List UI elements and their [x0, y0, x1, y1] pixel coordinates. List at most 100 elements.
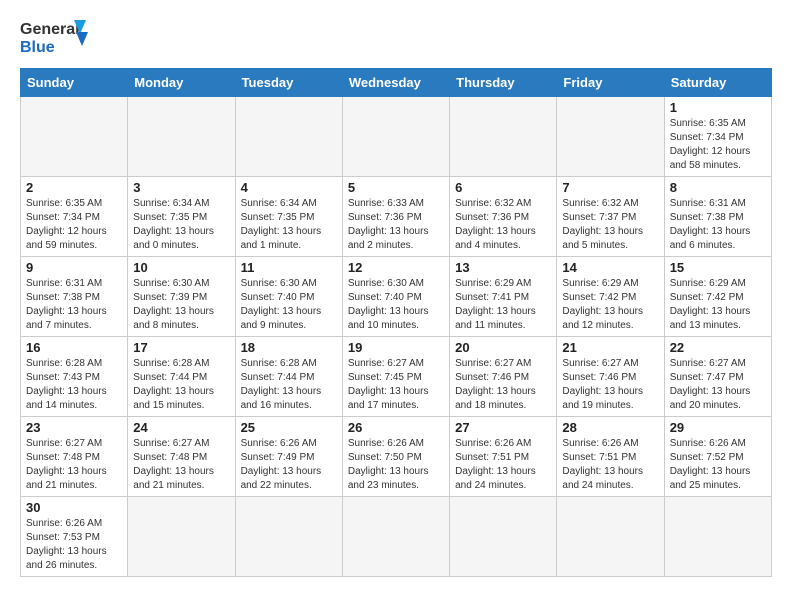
calendar-cell	[557, 97, 664, 177]
day-info: Sunrise: 6:35 AM Sunset: 7:34 PM Dayligh…	[26, 197, 122, 253]
day-number: 2	[26, 180, 122, 195]
day-number: 15	[670, 260, 766, 275]
day-number: 9	[26, 260, 122, 275]
page: GeneralBlue SundayMondayTuesdayWednesday…	[0, 0, 792, 593]
weekday-header-tuesday: Tuesday	[235, 69, 342, 97]
day-info: Sunrise: 6:26 AM Sunset: 7:51 PM Dayligh…	[562, 437, 658, 493]
calendar-cell: 5 Sunrise: 6:33 AM Sunset: 7:36 PM Daylig…	[342, 177, 449, 257]
day-number: 21	[562, 340, 658, 355]
day-info: Sunrise: 6:30 AM Sunset: 7:40 PM Dayligh…	[348, 277, 444, 333]
calendar-cell	[557, 497, 664, 577]
day-info: Sunrise: 6:27 AM Sunset: 7:48 PM Dayligh…	[133, 437, 229, 493]
day-info: Sunrise: 6:29 AM Sunset: 7:42 PM Dayligh…	[670, 277, 766, 333]
calendar-table: SundayMondayTuesdayWednesdayThursdayFrid…	[20, 68, 772, 577]
day-info: Sunrise: 6:28 AM Sunset: 7:44 PM Dayligh…	[241, 357, 337, 413]
calendar-cell	[235, 497, 342, 577]
calendar-cell	[235, 97, 342, 177]
day-info: Sunrise: 6:32 AM Sunset: 7:36 PM Dayligh…	[455, 197, 551, 253]
day-number: 27	[455, 420, 551, 435]
calendar-cell: 28 Sunrise: 6:26 AM Sunset: 7:51 PM Dayli…	[557, 417, 664, 497]
calendar-cell: 16 Sunrise: 6:28 AM Sunset: 7:43 PM Dayli…	[21, 337, 128, 417]
calendar-cell: 17 Sunrise: 6:28 AM Sunset: 7:44 PM Dayli…	[128, 337, 235, 417]
calendar-cell	[128, 97, 235, 177]
calendar-cell: 14 Sunrise: 6:29 AM Sunset: 7:42 PM Dayli…	[557, 257, 664, 337]
calendar-cell: 11 Sunrise: 6:30 AM Sunset: 7:40 PM Dayli…	[235, 257, 342, 337]
day-info: Sunrise: 6:30 AM Sunset: 7:40 PM Dayligh…	[241, 277, 337, 333]
calendar-cell: 3Sunrise: 6:34 AM Sunset: 7:35 PM Daylig…	[128, 177, 235, 257]
day-number: 18	[241, 340, 337, 355]
day-number: 26	[348, 420, 444, 435]
calendar-cell: 6Sunrise: 6:32 AM Sunset: 7:36 PM Daylig…	[450, 177, 557, 257]
weekday-header-monday: Monday	[128, 69, 235, 97]
day-info: Sunrise: 6:31 AM Sunset: 7:38 PM Dayligh…	[26, 277, 122, 333]
day-number: 14	[562, 260, 658, 275]
calendar-cell: 21 Sunrise: 6:27 AM Sunset: 7:46 PM Dayli…	[557, 337, 664, 417]
day-info: Sunrise: 6:27 AM Sunset: 7:48 PM Dayligh…	[26, 437, 122, 493]
day-number: 1	[670, 100, 766, 115]
day-number: 12	[348, 260, 444, 275]
day-number: 30	[26, 500, 122, 515]
weekday-header-wednesday: Wednesday	[342, 69, 449, 97]
calendar-cell: 26 Sunrise: 6:26 AM Sunset: 7:50 PM Dayli…	[342, 417, 449, 497]
day-info: Sunrise: 6:33 AM Sunset: 7:36 PM Dayligh…	[348, 197, 444, 253]
day-info: Sunrise: 6:27 AM Sunset: 7:47 PM Dayligh…	[670, 357, 766, 413]
day-number: 23	[26, 420, 122, 435]
calendar-cell: 29Sunrise: 6:26 AM Sunset: 7:52 PM Dayli…	[664, 417, 771, 497]
svg-text:General: General	[20, 21, 80, 38]
calendar-cell: 10 Sunrise: 6:30 AM Sunset: 7:39 PM Dayli…	[128, 257, 235, 337]
day-info: Sunrise: 6:28 AM Sunset: 7:43 PM Dayligh…	[26, 357, 122, 413]
calendar-cell	[450, 97, 557, 177]
calendar-cell: 27 Sunrise: 6:26 AM Sunset: 7:51 PM Dayli…	[450, 417, 557, 497]
calendar-cell: 30 Sunrise: 6:26 AM Sunset: 7:53 PM Dayli…	[21, 497, 128, 577]
day-info: Sunrise: 6:28 AM Sunset: 7:44 PM Dayligh…	[133, 357, 229, 413]
day-info: Sunrise: 6:34 AM Sunset: 7:35 PM Dayligh…	[241, 197, 337, 253]
logo: GeneralBlue	[20, 16, 90, 58]
calendar-cell: 24 Sunrise: 6:27 AM Sunset: 7:48 PM Dayli…	[128, 417, 235, 497]
calendar-cell	[128, 497, 235, 577]
day-number: 7	[562, 180, 658, 195]
day-info: Sunrise: 6:26 AM Sunset: 7:50 PM Dayligh…	[348, 437, 444, 493]
calendar-cell: 9 Sunrise: 6:31 AM Sunset: 7:38 PM Daylig…	[21, 257, 128, 337]
week-row-2: 9 Sunrise: 6:31 AM Sunset: 7:38 PM Daylig…	[21, 257, 772, 337]
day-info: Sunrise: 6:26 AM Sunset: 7:51 PM Dayligh…	[455, 437, 551, 493]
weekday-header-saturday: Saturday	[664, 69, 771, 97]
calendar-cell	[342, 97, 449, 177]
day-info: Sunrise: 6:29 AM Sunset: 7:42 PM Dayligh…	[562, 277, 658, 333]
day-number: 11	[241, 260, 337, 275]
calendar-cell	[342, 497, 449, 577]
day-info: Sunrise: 6:27 AM Sunset: 7:46 PM Dayligh…	[455, 357, 551, 413]
day-number: 4	[241, 180, 337, 195]
calendar-cell	[21, 97, 128, 177]
calendar-cell: 22 Sunrise: 6:27 AM Sunset: 7:47 PM Dayli…	[664, 337, 771, 417]
day-info: Sunrise: 6:27 AM Sunset: 7:45 PM Dayligh…	[348, 357, 444, 413]
calendar-cell: 2 Sunrise: 6:35 AM Sunset: 7:34 PM Daylig…	[21, 177, 128, 257]
calendar-cell	[450, 497, 557, 577]
day-info: Sunrise: 6:31 AM Sunset: 7:38 PM Dayligh…	[670, 197, 766, 253]
day-number: 24	[133, 420, 229, 435]
weekday-header-friday: Friday	[557, 69, 664, 97]
day-info: Sunrise: 6:26 AM Sunset: 7:53 PM Dayligh…	[26, 517, 122, 573]
day-info: Sunrise: 6:29 AM Sunset: 7:41 PM Dayligh…	[455, 277, 551, 333]
day-number: 28	[562, 420, 658, 435]
day-number: 5	[348, 180, 444, 195]
day-info: Sunrise: 6:27 AM Sunset: 7:46 PM Dayligh…	[562, 357, 658, 413]
calendar-cell: 25 Sunrise: 6:26 AM Sunset: 7:49 PM Dayli…	[235, 417, 342, 497]
day-info: Sunrise: 6:26 AM Sunset: 7:49 PM Dayligh…	[241, 437, 337, 493]
day-number: 16	[26, 340, 122, 355]
day-number: 13	[455, 260, 551, 275]
logo-svg: GeneralBlue	[20, 16, 90, 58]
day-number: 10	[133, 260, 229, 275]
calendar-cell: 18 Sunrise: 6:28 AM Sunset: 7:44 PM Dayli…	[235, 337, 342, 417]
day-number: 8	[670, 180, 766, 195]
day-number: 25	[241, 420, 337, 435]
day-info: Sunrise: 6:34 AM Sunset: 7:35 PM Dayligh…	[133, 197, 229, 253]
week-row-1: 2 Sunrise: 6:35 AM Sunset: 7:34 PM Daylig…	[21, 177, 772, 257]
calendar-cell: 4 Sunrise: 6:34 AM Sunset: 7:35 PM Daylig…	[235, 177, 342, 257]
calendar-cell: 20Sunrise: 6:27 AM Sunset: 7:46 PM Dayli…	[450, 337, 557, 417]
day-info: Sunrise: 6:30 AM Sunset: 7:39 PM Dayligh…	[133, 277, 229, 333]
calendar-cell: 15 Sunrise: 6:29 AM Sunset: 7:42 PM Dayli…	[664, 257, 771, 337]
calendar-cell	[664, 497, 771, 577]
day-number: 17	[133, 340, 229, 355]
calendar-cell: 19Sunrise: 6:27 AM Sunset: 7:45 PM Dayli…	[342, 337, 449, 417]
day-number: 22	[670, 340, 766, 355]
